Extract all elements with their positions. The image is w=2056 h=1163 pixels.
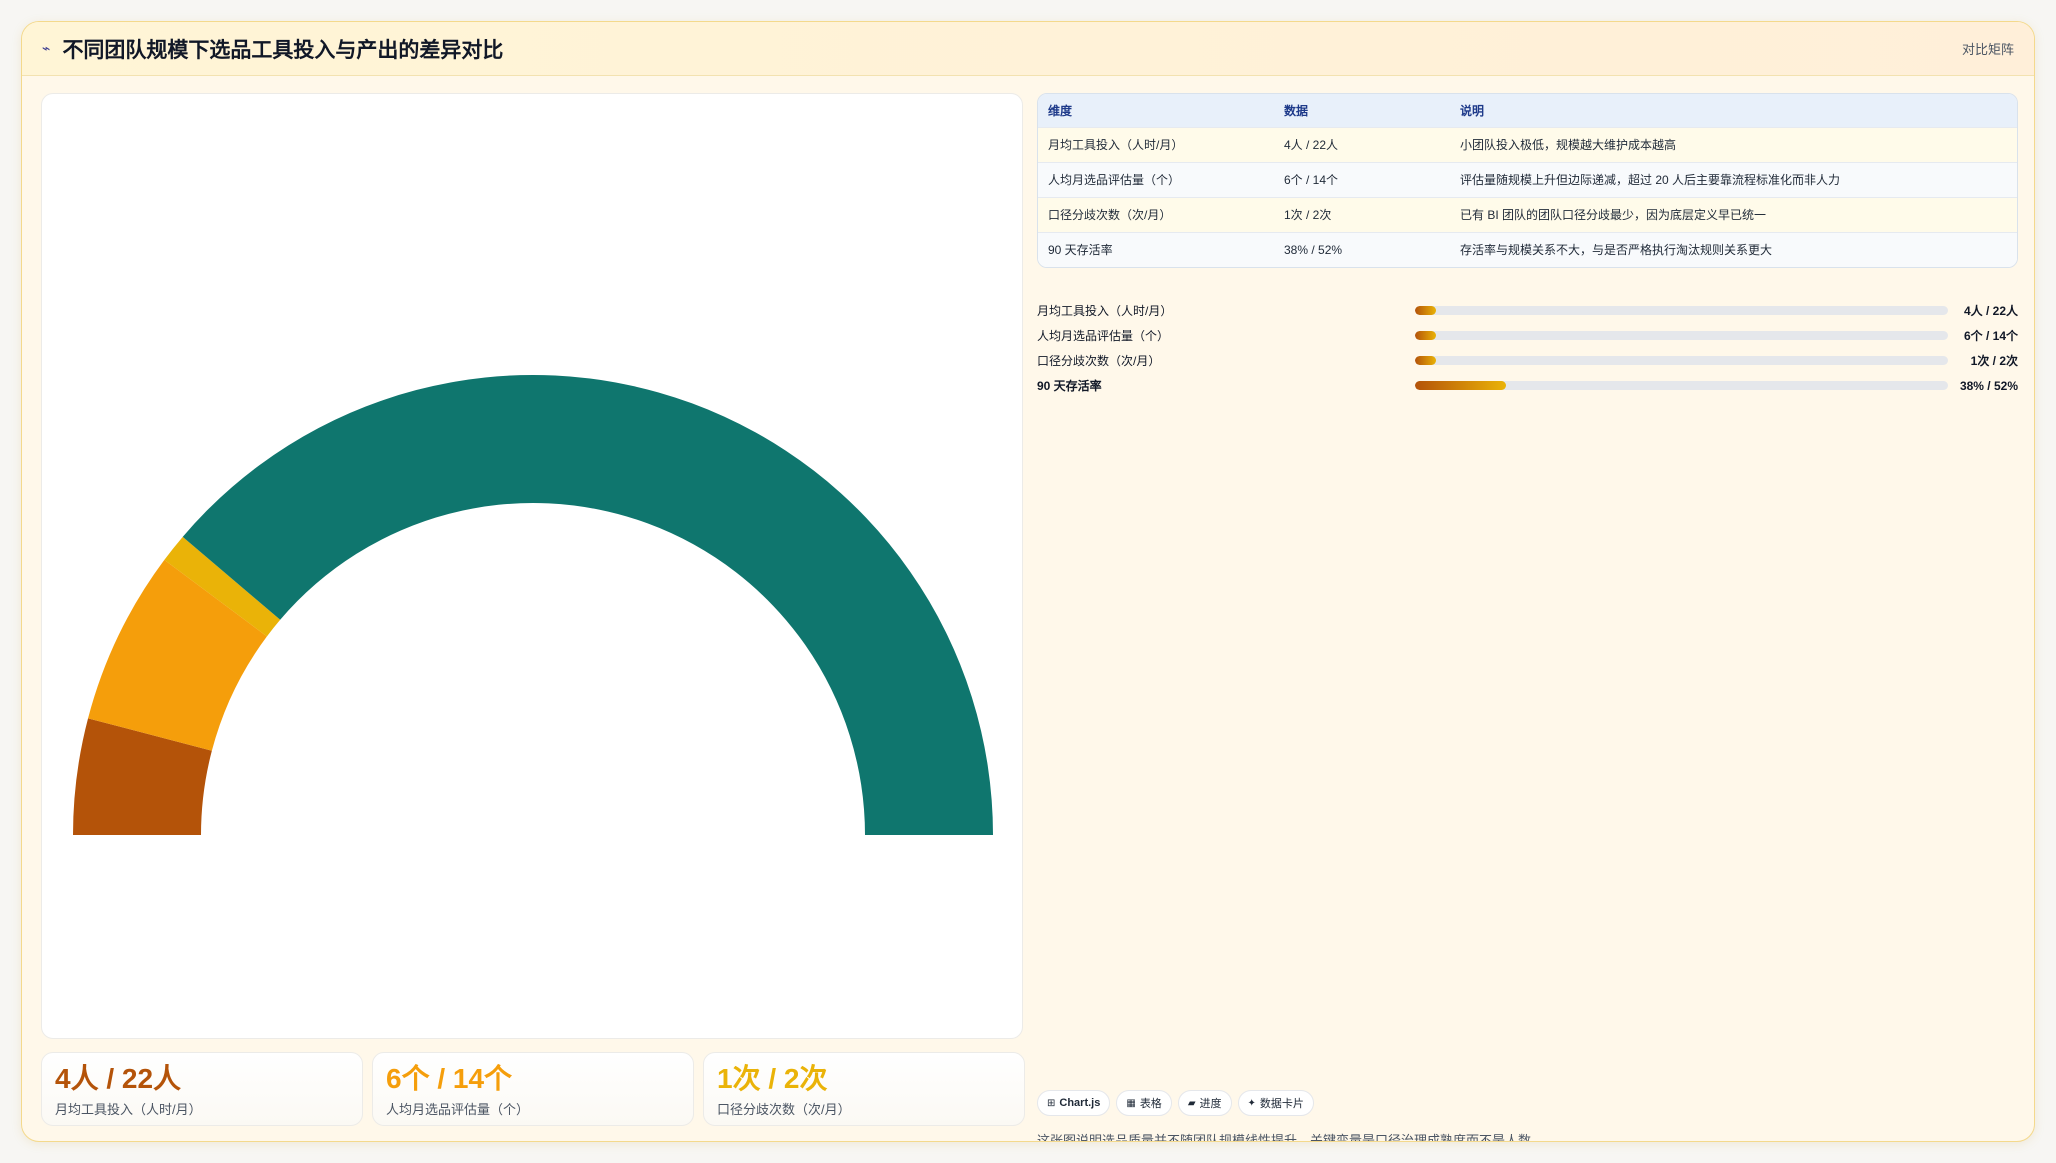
comparison-card: ⌁ 不同团队规模下选品工具投入与产出的差异对比 对比矩阵 4人 / 22人 月均… <box>21 21 2035 1142</box>
half-doughnut-chart <box>73 375 993 835</box>
progress-value: 6个 / 14个 <box>1963 329 2018 343</box>
table-cell: 4人 / 22人 <box>1284 138 1339 152</box>
progress-track <box>1415 331 1948 340</box>
chip-label: 进度 <box>1199 1098 1222 1110</box>
progress-value: 4人 / 22人 <box>1963 304 2018 318</box>
progress-track <box>1415 306 1948 315</box>
table-icon: ▦ <box>1126 1097 1136 1109</box>
table-cell: 月均工具投入（人时/月） <box>1048 138 1184 152</box>
comparison-table: 维度 数据 说明 月均工具投入（人时/月） 4人 / 22人 小团队投入极低，规… <box>1037 93 2018 268</box>
table-cell: 已有 BI 团队的团队口径分歧最少，因为底层定义早已统一 <box>1460 208 1767 222</box>
progress-label: 口径分歧次数（次/月） <box>1037 354 1161 368</box>
table-cell: 6个 / 14个 <box>1284 173 1339 187</box>
kpi-card-tool-input: 4人 / 22人 月均工具投入（人时/月） <box>41 1052 363 1126</box>
chip-progress[interactable]: ▰ 进度 <box>1177 1090 1232 1116</box>
table-row: 口径分歧次数（次/月） 1次 / 2次 已有 BI 团队的团队口径分歧最少，因为… <box>1038 197 2017 232</box>
chip-label: 数据卡片 <box>1259 1098 1304 1110</box>
table-cell: 人均月选品评估量（个） <box>1048 173 1181 187</box>
column-header: 说明 <box>1460 103 1485 118</box>
table-header-row: 维度 数据 说明 <box>1038 94 2017 127</box>
chart-icon: ⊞ <box>1047 1097 1056 1109</box>
kpi-label: 人均月选品评估量（个） <box>386 1102 530 1117</box>
kpi-label: 月均工具投入（人时/月） <box>55 1102 202 1117</box>
progress-label: 人均月选品评估量（个） <box>1037 329 1170 343</box>
kpi-value: 1次 / 2次 <box>717 1063 828 1094</box>
matrix-tag: 对比矩阵 <box>1961 42 2014 57</box>
chip-label: Chart.js <box>1059 1097 1101 1109</box>
progress-row: 人均月选品评估量（个） 6个 / 14个 <box>1037 323 2018 348</box>
kpi-card-disagreement: 1次 / 2次 口径分歧次数（次/月） <box>703 1052 1025 1126</box>
column-header: 数据 <box>1284 103 1309 118</box>
table-cell: 1次 / 2次 <box>1284 208 1332 222</box>
view-chips: ⊞ Chart.js ▦ 表格 ▰ 进度 ✦ 数据卡片 <box>1037 1090 1314 1116</box>
chart-line-icon: ⌁ <box>42 40 51 56</box>
table-cell: 评估量随规模上升但边际递减，超过 20 人后主要靠流程标准化而非人力 <box>1460 173 1841 187</box>
table-row: 90 天存活率 38% / 52% 存活率与规模关系不大，与是否严格执行淘汰规则… <box>1038 232 2017 267</box>
card-header: ⌁ 不同团队规模下选品工具投入与产出的差异对比 对比矩阵 <box>22 22 2034 76</box>
kpi-card-eval-volume: 6个 / 14个 人均月选品评估量（个） <box>372 1052 694 1126</box>
progress-icon: ▰ <box>1187 1097 1196 1109</box>
chip-chartjs[interactable]: ⊞ Chart.js <box>1037 1090 1111 1116</box>
kpi-label: 口径分歧次数（次/月） <box>717 1102 851 1117</box>
progress-track <box>1415 381 1948 390</box>
doughnut-slice[interactable] <box>182 375 993 835</box>
progress-fill <box>1415 306 1437 315</box>
progress-fill <box>1415 356 1437 365</box>
kpi-value: 4人 / 22人 <box>55 1063 182 1094</box>
progress-row: 90 天存活率 38% / 52% <box>1037 373 2018 398</box>
progress-row: 月均工具投入（人时/月） 4人 / 22人 <box>1037 298 2018 323</box>
page-title: 不同团队规模下选品工具投入与产出的差异对比 <box>62 38 504 62</box>
sparkle-icon: ✦ <box>1247 1097 1256 1109</box>
progress-track <box>1415 356 1948 365</box>
progress-label: 90 天存活率 <box>1037 379 1102 393</box>
table-row: 人均月选品评估量（个） 6个 / 14个 评估量随规模上升但边际递减，超过 20… <box>1038 162 2017 197</box>
gauge-chart-panel <box>41 93 1023 1039</box>
progress-fill <box>1415 331 1437 340</box>
summary-note: 这张图说明选品质量并不随团队规模线性提升，关键变量是口径治理成熟度而不是人数。 <box>1037 1133 1545 1142</box>
progress-row: 口径分歧次数（次/月） 1次 / 2次 <box>1037 348 2018 373</box>
column-header: 维度 <box>1048 103 1073 118</box>
table-cell: 存活率与规模关系不大，与是否严格执行淘汰规则关系更大 <box>1460 243 1773 258</box>
progress-value: 1次 / 2次 <box>1970 354 2018 368</box>
progress-fill <box>1415 381 1506 390</box>
chip-label: 表格 <box>1139 1098 1162 1110</box>
progress-bars: 月均工具投入（人时/月） 4人 / 22人 人均月选品评估量（个） 6个 / 1… <box>1037 298 2018 398</box>
chip-table[interactable]: ▦ 表格 <box>1116 1090 1172 1116</box>
table-cell: 38% / 52% <box>1284 242 1343 257</box>
table-row: 月均工具投入（人时/月） 4人 / 22人 小团队投入极低，规模越大维护成本越高 <box>1038 127 2017 162</box>
progress-label: 月均工具投入（人时/月） <box>1037 304 1173 318</box>
kpi-value: 6个 / 14个 <box>386 1063 513 1094</box>
table-cell: 小团队投入极低，规模越大维护成本越高 <box>1460 138 1677 152</box>
table-cell: 90 天存活率 <box>1048 243 1113 258</box>
chip-data-cards[interactable]: ✦ 数据卡片 <box>1237 1090 1314 1116</box>
table-cell: 口径分歧次数（次/月） <box>1048 208 1172 222</box>
progress-value: 38% / 52% <box>1959 378 2018 393</box>
